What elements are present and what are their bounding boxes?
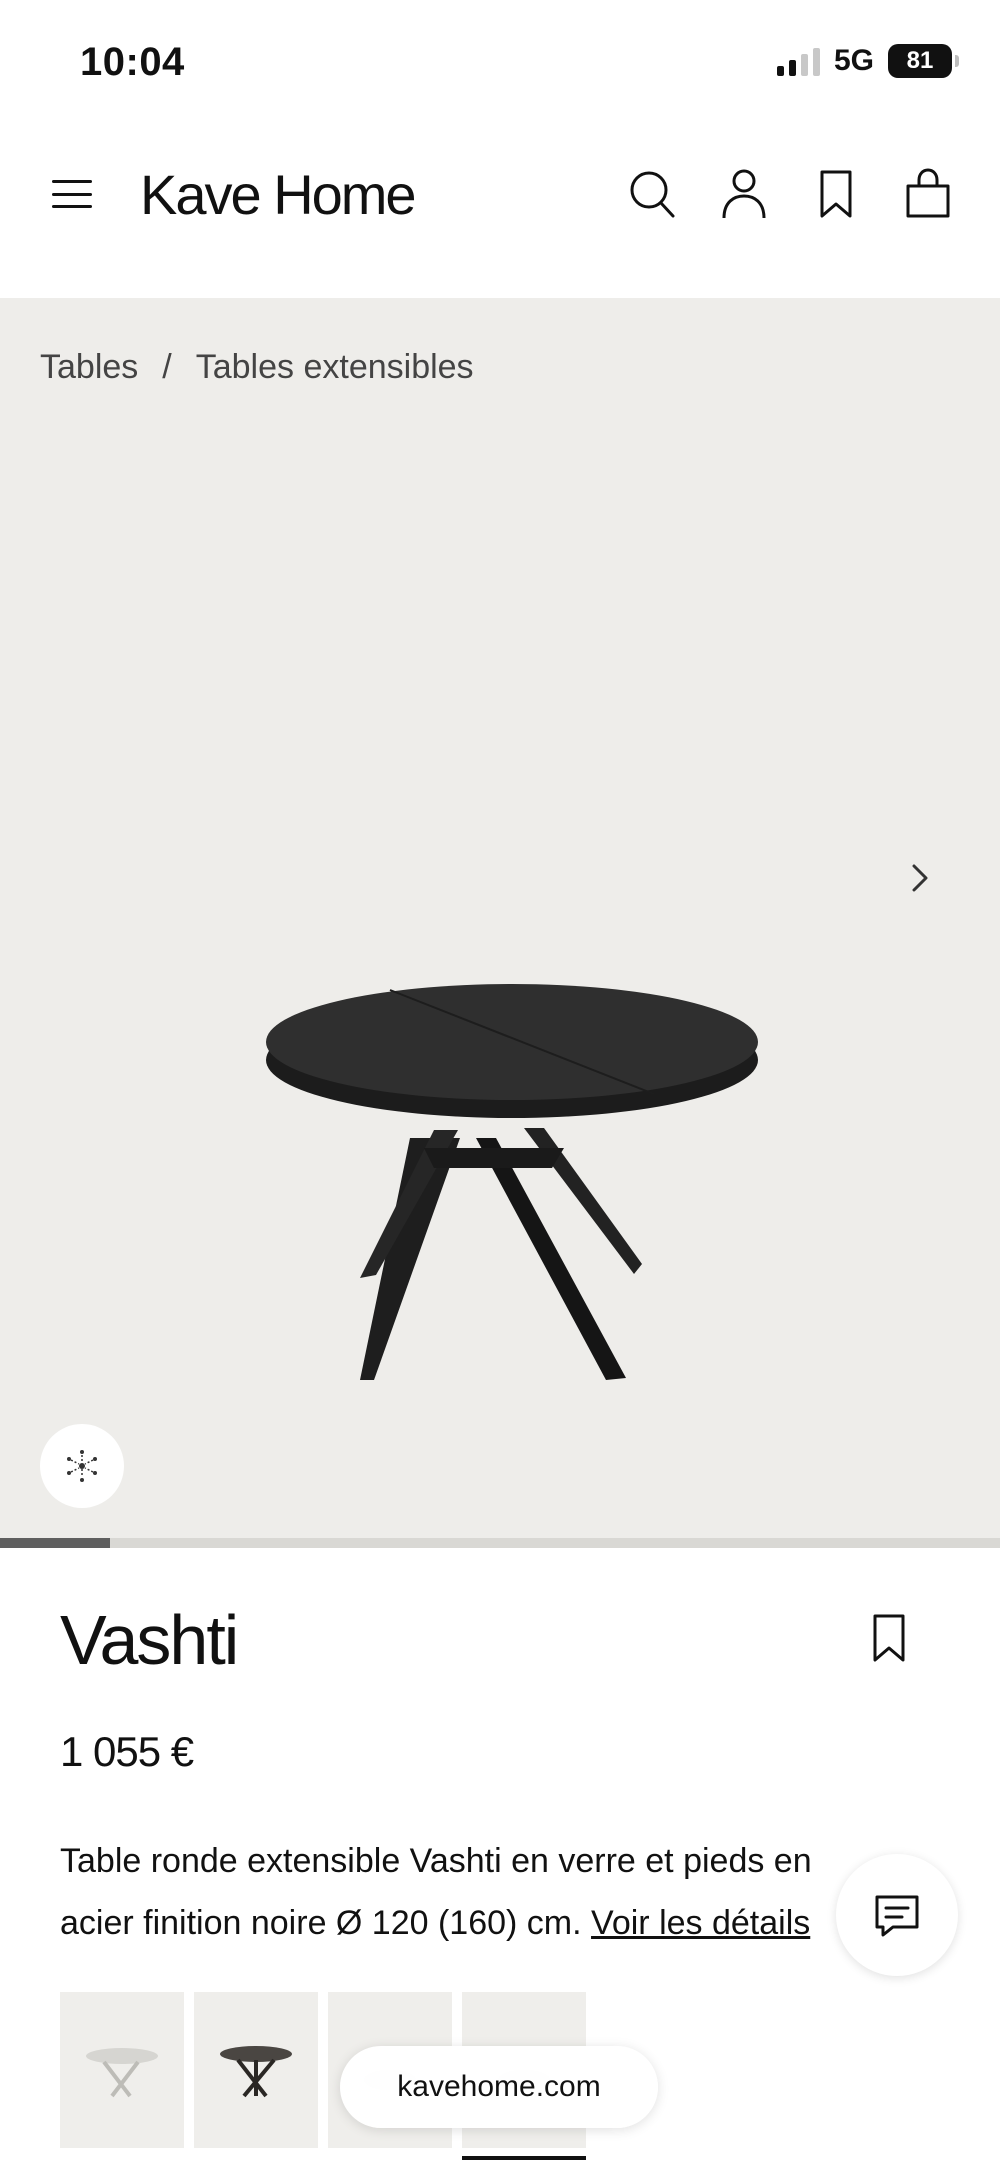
details-link[interactable]: Voir les détails bbox=[591, 1904, 810, 1942]
breadcrumb-tables-extensibles[interactable]: Tables extensibles bbox=[196, 348, 474, 387]
description-line-2-text: acier finition noire Ø 120 (160) cm. bbox=[60, 1904, 582, 1942]
product-gallery[interactable]: Tables / Tables extensibles bbox=[0, 298, 1000, 1548]
bookmark-icon[interactable] bbox=[810, 166, 862, 220]
product-description: Table ronde extensible Vashti en verre e… bbox=[60, 1830, 920, 1954]
cube-3d-icon bbox=[67, 1450, 97, 1482]
brand-logo[interactable]: Kave Home bbox=[140, 162, 417, 227]
network-label: 5G bbox=[833, 44, 874, 77]
bookmark-icon[interactable] bbox=[866, 1612, 912, 1664]
chevron-right-icon[interactable] bbox=[900, 858, 940, 898]
description-line-2: acier finition noire Ø 120 (160) cm. Voi… bbox=[60, 1892, 920, 1954]
search-icon[interactable] bbox=[626, 166, 678, 220]
thumbnail-1[interactable] bbox=[60, 1992, 184, 2148]
product-title: Vashti bbox=[60, 1601, 239, 1679]
description-line-1: Table ronde extensible Vashti en verre e… bbox=[60, 1842, 812, 1880]
product-price: 1 055 € bbox=[60, 1728, 194, 1775]
battery-icon: 81 bbox=[888, 44, 959, 78]
status-time: 10:04 bbox=[80, 40, 185, 84]
status-indicators: 5G 81 bbox=[776, 44, 959, 78]
gallery-progress bbox=[0, 1538, 1000, 1548]
chat-icon bbox=[875, 1895, 919, 1937]
battery-level: 81 bbox=[906, 47, 934, 74]
account-icon[interactable] bbox=[718, 166, 770, 220]
breadcrumb-separator: / bbox=[162, 348, 172, 386]
gallery-progress-fill bbox=[0, 1538, 110, 1548]
signal-icon bbox=[776, 46, 820, 76]
breadcrumb-tables[interactable]: Tables bbox=[40, 348, 138, 387]
product-image bbox=[266, 984, 758, 1380]
bag-icon[interactable] bbox=[902, 166, 954, 220]
browser-url-bar[interactable]: kavehome.com bbox=[340, 2046, 658, 2128]
status-bar: 10:04 5G 81 bbox=[0, 0, 1000, 130]
thumbnail-2[interactable] bbox=[194, 1992, 318, 2148]
site-header: Kave Home bbox=[0, 130, 1000, 298]
breadcrumb: Tables / Tables extensibles bbox=[40, 348, 474, 387]
view-in-3d-button[interactable] bbox=[40, 1424, 124, 1508]
chat-button[interactable] bbox=[836, 1854, 958, 1976]
menu-icon[interactable] bbox=[52, 174, 92, 214]
